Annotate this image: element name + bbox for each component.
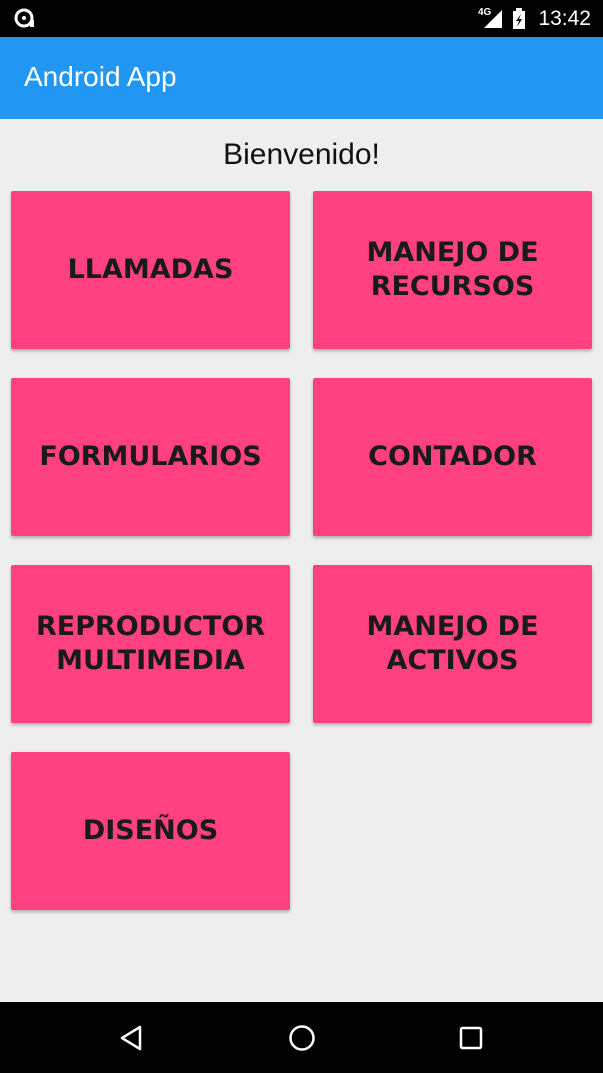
contador-button[interactable]: CONTADOR xyxy=(313,378,592,536)
signal-icon xyxy=(484,9,503,28)
formularios-button[interactable]: FORMULARIOS xyxy=(11,378,290,536)
recents-icon xyxy=(459,1026,483,1050)
home-button[interactable] xyxy=(285,1021,319,1055)
manejo-de-activos-button[interactable]: MANEJO DE ACTIVOS xyxy=(313,565,592,723)
app-title: Android App xyxy=(24,61,177,92)
back-icon xyxy=(120,1025,142,1051)
button-label: MANEJO DE RECURSOS xyxy=(366,237,539,302)
button-label: CONTADOR xyxy=(368,441,537,472)
sd-card-icon xyxy=(14,8,34,28)
recents-button[interactable] xyxy=(454,1021,488,1055)
home-icon xyxy=(289,1025,315,1051)
app-bar: Android App xyxy=(0,37,603,119)
status-right-group: 13:42 xyxy=(482,0,591,37)
button-label: REPRODUCTOR MULTIMEDIA xyxy=(35,611,266,676)
button-label: DISEÑOS xyxy=(82,815,219,846)
manejo-de-recursos-button[interactable]: MANEJO DE RECURSOS xyxy=(313,191,592,349)
battery-icon xyxy=(513,7,526,29)
disenos-button[interactable]: DISEÑOS xyxy=(11,752,290,910)
welcome-text: Bienvenido! xyxy=(223,138,380,171)
clock: 13:42 xyxy=(538,6,591,30)
button-label: FORMULARIOS xyxy=(39,441,262,472)
navigation-bar xyxy=(0,1002,603,1073)
button-label: LLAMADAS xyxy=(67,254,234,285)
status-bar: 4G 13:42 xyxy=(0,0,603,37)
llamadas-button[interactable]: LLAMADAS xyxy=(11,191,290,349)
reproductor-multimedia-button[interactable]: REPRODUCTOR MULTIMEDIA xyxy=(11,565,290,723)
back-button[interactable] xyxy=(115,1021,149,1055)
button-label: MANEJO DE ACTIVOS xyxy=(366,611,539,676)
